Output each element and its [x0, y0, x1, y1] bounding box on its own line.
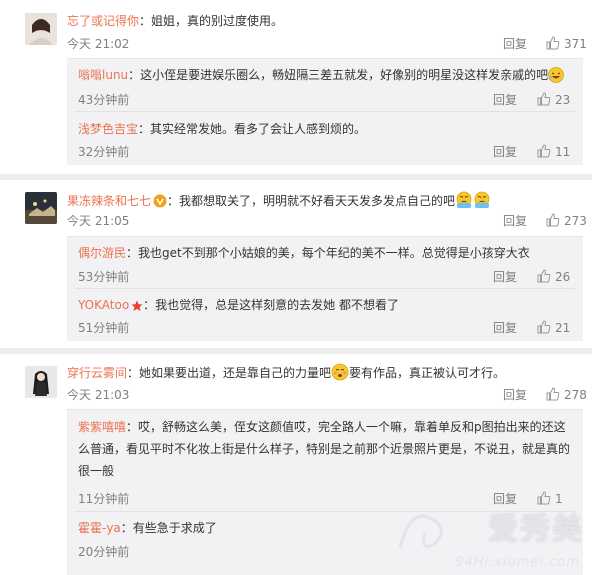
- reply-button[interactable]: 回复: [503, 36, 527, 52]
- comment-text: ：她如果要出道，还是靠自己的力量吧: [127, 366, 332, 380]
- reply-text-line: 嗡嗡lunu：这小侄是要进娱乐圈么，畅妞隔三差五就发，好像别的明星没这样发亲戚的…: [78, 66, 577, 84]
- reply-text-line: YOKAtoo ：我也觉得，总是这样刻意的去发她 都不想看了: [78, 296, 577, 314]
- comment-card: 忘了或记得你：姐姐，真的别过度使用。 今天 21:02 回复 371 嗡嗡lun…: [0, 0, 592, 174]
- like-count: 371: [564, 37, 587, 51]
- like-count: 1: [555, 492, 563, 506]
- username-link[interactable]: 浅梦色吉宝: [78, 122, 138, 136]
- username-link[interactable]: 偶尔游民: [78, 246, 126, 260]
- reply-text-line: 紫紫嘻嘻：哎，舒畅这么美，侄女这颜值哎，完全路人一个嘛，靠着单反和p图拍出来的还…: [78, 416, 577, 482]
- reply-text: ：我也觉得，总是这样刻意的去发她 都不想看了: [143, 298, 399, 312]
- reply-button[interactable]: 回复: [503, 213, 527, 229]
- username-link[interactable]: 嗡嗡lunu: [78, 68, 128, 82]
- reply-divider: [75, 288, 575, 289]
- reply-button[interactable]: 回复: [503, 387, 527, 403]
- timestamp: 20分钟前: [78, 545, 130, 559]
- reply-list: 偶尔游民：我也get不到那个小姑娘的美，每个年纪的美不一样。总觉得是小孩穿大衣 …: [67, 236, 583, 341]
- avatar[interactable]: [25, 366, 57, 398]
- like-button[interactable]: 26: [537, 269, 570, 285]
- comment-text: ：我都想取关了，明明就不好看天天发多发点自己的吧: [167, 194, 456, 208]
- reply-text: ：有些急于求成了: [120, 521, 217, 535]
- timestamp: 43分钟前: [78, 93, 130, 107]
- timestamp: 今天 21:03: [67, 388, 130, 402]
- reply-text: ：这小侄是要进娱乐圈么，畅妞隔三差五就发，好像别的明星没这样发亲戚的吧: [128, 68, 549, 82]
- timestamp: 今天 21:05: [67, 214, 130, 228]
- comment-text-line: 忘了或记得你：姐姐，真的别过度使用。: [67, 12, 584, 30]
- like-count: 26: [555, 270, 571, 284]
- comment-card: 果冻辣条和七七 ：我都想取关了，明明就不好看天天发多发点自己的吧 今天 21:05…: [0, 180, 592, 348]
- reply-button[interactable]: 回复: [493, 491, 517, 507]
- username-link[interactable]: 果冻辣条和七七: [67, 194, 151, 208]
- thumbs-up-icon: [537, 144, 551, 158]
- avatar[interactable]: [25, 13, 57, 45]
- reply-list: 紫紫嘻嘻：哎，舒畅这么美，侄女这颜值哎，完全路人一个嘛，靠着单反和p图拍出来的还…: [67, 409, 583, 575]
- thumbs-up-icon: [546, 36, 560, 50]
- like-count: 11: [555, 145, 571, 159]
- like-count: 21: [555, 321, 571, 335]
- reply-text: ：哎，舒畅这么美，侄女这颜值哎，完全路人一个嘛，靠着单反和p图拍出来的还这么普通…: [78, 420, 571, 478]
- avatar[interactable]: [25, 192, 57, 224]
- timestamp: 32分钟前: [78, 145, 130, 159]
- reply-list: 嗡嗡lunu：这小侄是要进娱乐圈么，畅妞隔三差五就发，好像别的明星没这样发亲戚的…: [67, 58, 583, 165]
- comment-card: 穿行云雾间：她如果要出道，还是靠自己的力量吧 要有作品，真正被认可才行。 今天 2…: [0, 354, 592, 575]
- reply-divider: [75, 111, 575, 112]
- username-link[interactable]: 紫紫嘻嘻: [78, 420, 126, 434]
- comment-text-continued: 要有作品，真正被认可才行。: [349, 366, 506, 380]
- username-link[interactable]: YOKAtoo: [78, 298, 129, 312]
- timestamp: 51分钟前: [78, 321, 130, 335]
- thumbs-up-icon: [537, 269, 551, 283]
- crying-emoji-icon: [474, 191, 490, 208]
- username-link[interactable]: 忘了或记得你: [67, 14, 139, 28]
- thumbs-up-icon: [537, 491, 551, 505]
- like-button[interactable]: 278: [546, 387, 587, 403]
- timestamp: 53分钟前: [78, 270, 130, 284]
- thumbs-up-icon: [537, 320, 551, 334]
- like-button[interactable]: 23: [537, 92, 570, 108]
- reply-text-line: 浅梦色吉宝：其实经常发她。看多了会让人感到烦的。: [78, 120, 577, 138]
- shy-emoji-icon: [331, 363, 349, 381]
- timestamp: 11分钟前: [78, 492, 130, 506]
- comment-text-line: 穿行云雾间：她如果要出道，还是靠自己的力量吧 要有作品，真正被认可才行。: [67, 363, 584, 382]
- laughing-emoji-icon: [548, 67, 565, 83]
- reply-text: ：其实经常发她。看多了会让人感到烦的。: [138, 122, 367, 136]
- reply-button[interactable]: 回复: [493, 144, 517, 160]
- like-button[interactable]: 1: [537, 491, 563, 507]
- reply-divider: [75, 511, 575, 512]
- like-count: 273: [564, 214, 587, 228]
- reply-text-line: 霍霍-ya：有些急于求成了: [78, 519, 577, 537]
- crying-emoji-icon: [456, 191, 472, 208]
- comment-text-line: 果冻辣条和七七 ：我都想取关了，明明就不好看天天发多发点自己的吧: [67, 191, 584, 210]
- star-badge-icon: [131, 300, 143, 311]
- reply-button[interactable]: 回复: [493, 269, 517, 285]
- reply-button[interactable]: 回复: [493, 92, 517, 108]
- timestamp: 今天 21:02: [67, 37, 130, 51]
- thumbs-up-icon: [537, 92, 551, 106]
- like-count: 23: [555, 93, 571, 107]
- thumbs-up-icon: [546, 213, 560, 227]
- like-button[interactable]: 11: [537, 144, 570, 160]
- reply-text: ：我也get不到那个小姑娘的美，每个年纪的美不一样。总觉得是小孩穿大衣: [126, 246, 530, 260]
- like-button[interactable]: 371: [546, 36, 587, 52]
- reply-text-line: 偶尔游民：我也get不到那个小姑娘的美，每个年纪的美不一样。总觉得是小孩穿大衣: [78, 244, 577, 262]
- comment-text: ：姐姐，真的别过度使用。: [139, 14, 284, 28]
- username-link[interactable]: 穿行云雾间: [67, 366, 127, 380]
- like-button[interactable]: 273: [546, 213, 587, 229]
- thumbs-up-icon: [546, 387, 560, 401]
- like-count: 278: [564, 388, 587, 402]
- vip-badge-icon: [153, 194, 167, 208]
- reply-button[interactable]: 回复: [493, 320, 517, 336]
- username-link[interactable]: 霍霍-ya: [78, 521, 121, 535]
- like-button[interactable]: 21: [537, 320, 570, 336]
